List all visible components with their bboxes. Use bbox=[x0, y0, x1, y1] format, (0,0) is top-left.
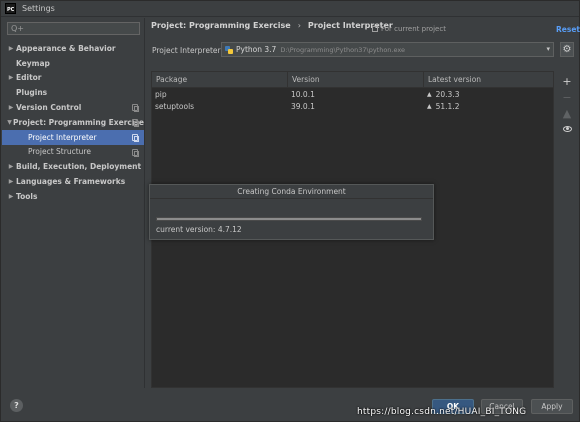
package-latest-version: 20.3.3 bbox=[435, 89, 460, 99]
interpreter-path: D:\Programming\Python37\python.exe bbox=[280, 45, 406, 54]
show-early-releases-button[interactable] bbox=[560, 121, 574, 137]
dialog-status: current version: 4.7.12 bbox=[156, 225, 242, 234]
window-title: Settings bbox=[22, 4, 55, 13]
watermark-text: https://blog.csdn.net/HUAI_BI_TONG bbox=[357, 407, 527, 417]
add-package-button[interactable]: + bbox=[560, 73, 574, 89]
column-header-package[interactable]: Package bbox=[152, 72, 288, 87]
sidebar-item-label: Build, Execution, Deployment bbox=[16, 162, 142, 172]
search-input[interactable]: Q+ bbox=[7, 22, 140, 35]
sidebar-item-label: Languages & Frameworks bbox=[16, 177, 126, 187]
for-project-label: For current project bbox=[381, 25, 446, 33]
search-icon: Q+ bbox=[11, 23, 24, 33]
package-latest: ▲ 51.1.2 bbox=[424, 100, 553, 112]
gear-icon[interactable]: ⚙ bbox=[560, 42, 574, 57]
remove-package-button[interactable]: − bbox=[560, 89, 574, 105]
chevron-down-icon: ▾ bbox=[546, 45, 550, 53]
table-header: Package Version Latest version bbox=[152, 72, 553, 88]
interpreter-name: Python 3.7 bbox=[236, 45, 277, 54]
dialog-title: Creating Conda Environment bbox=[150, 185, 433, 199]
sidebar-item-project-programming-exercise[interactable]: ▼ Project: Programming Exercise bbox=[2, 115, 144, 130]
project-icon bbox=[372, 26, 378, 32]
breadcrumb-project[interactable]: Project: Programming Exercise bbox=[151, 21, 291, 30]
sidebar-item-plugins[interactable]: Plugins bbox=[2, 85, 144, 100]
progress-bar bbox=[156, 217, 422, 221]
package-toolbar: + − ▲ bbox=[560, 73, 574, 137]
sidebar-item-label: Appearance & Behavior bbox=[16, 43, 116, 53]
sidebar-item-project-structure[interactable]: Project Structure bbox=[2, 145, 144, 160]
package-name: setuptools bbox=[155, 101, 195, 111]
sidebar-item-build-execution-deployment[interactable]: ▶ Build, Execution, Deployment bbox=[2, 159, 144, 174]
sidebar-item-label: Plugins bbox=[16, 88, 48, 98]
reset-link[interactable]: Reset bbox=[556, 25, 580, 34]
sidebar-item-label: Tools bbox=[16, 191, 38, 201]
project-scope-icon bbox=[132, 104, 139, 113]
breadcrumb-separator: › bbox=[297, 21, 301, 30]
sidebar-item-project-interpreter[interactable]: Project Interpreter bbox=[2, 129, 144, 145]
package-latest: ▲ 20.3.3 bbox=[424, 88, 553, 100]
conda-progress-dialog: Creating Conda Environment current versi… bbox=[149, 184, 434, 240]
package-name: pip bbox=[155, 89, 167, 99]
pycharm-app-icon: PC bbox=[5, 3, 16, 14]
sidebar-item-label: Project Interpreter bbox=[28, 132, 97, 142]
breadcrumb: Project: Programming Exercise › Project … bbox=[151, 21, 393, 30]
column-header-latest[interactable]: Latest version bbox=[424, 72, 553, 87]
for-current-project-note: For current project bbox=[372, 25, 446, 33]
help-button[interactable]: ? bbox=[10, 399, 23, 412]
sidebar-item-tools[interactable]: ▶ Tools bbox=[2, 189, 144, 204]
project-scope-icon bbox=[132, 118, 139, 127]
sidebar-item-label: Project Structure bbox=[28, 147, 91, 157]
project-scope-icon bbox=[132, 148, 139, 157]
collapsed-arrow-icon[interactable]: ▶ bbox=[6, 193, 16, 200]
collapsed-arrow-icon[interactable]: ▶ bbox=[6, 74, 16, 81]
sidebar-item-editor[interactable]: ▶ Editor bbox=[2, 71, 144, 86]
eye-icon bbox=[562, 126, 572, 132]
expanded-arrow-icon[interactable]: ▼ bbox=[6, 119, 13, 126]
package-latest-version: 51.1.2 bbox=[435, 101, 460, 111]
collapsed-arrow-icon[interactable]: ▶ bbox=[6, 45, 16, 52]
sidebar-item-version-control[interactable]: ▶ Version Control bbox=[2, 100, 144, 115]
table-row[interactable]: setuptools 39.0.1 ▲ 51.1.2 bbox=[152, 100, 553, 112]
settings-sidebar: Q+ ▶ Appearance & Behavior Keymap ▶ Editor Pl… bbox=[2, 18, 144, 388]
upgrade-package-button[interactable]: ▲ bbox=[560, 105, 574, 121]
progress-fill bbox=[157, 218, 421, 220]
python-icon bbox=[225, 45, 233, 54]
sidebar-item-label: Project: Programming Exercise bbox=[13, 117, 144, 127]
settings-window: PC Settings Q+ ▶ Appearance & Behavior Key… bbox=[0, 0, 580, 422]
package-version: 39.0.1 bbox=[291, 101, 315, 111]
settings-tree: ▶ Appearance & Behavior Keymap ▶ Editor Plugi… bbox=[2, 41, 144, 204]
table-row[interactable]: pip 10.0.1 ▲ 20.3.3 bbox=[152, 88, 553, 100]
sidebar-item-label: Editor bbox=[16, 73, 42, 83]
sidebar-item-label: Version Control bbox=[16, 103, 82, 113]
sidebar-divider bbox=[144, 18, 145, 388]
project-scope-icon bbox=[132, 133, 139, 142]
collapsed-arrow-icon[interactable]: ▶ bbox=[6, 104, 16, 111]
interpreter-select[interactable]: Python 3.7 D:\Programming\Python37\pytho… bbox=[221, 42, 554, 57]
apply-button[interactable]: Apply bbox=[531, 399, 573, 414]
interpreter-label: Project Interpreter: bbox=[152, 46, 223, 55]
title-bar: PC Settings bbox=[1, 1, 579, 17]
upgrade-arrow-icon: ▲ bbox=[427, 90, 432, 98]
package-version: 10.0.1 bbox=[291, 89, 315, 99]
collapsed-arrow-icon[interactable]: ▶ bbox=[6, 163, 16, 170]
sidebar-item-keymap[interactable]: Keymap bbox=[2, 56, 144, 71]
sidebar-item-appearance-behavior[interactable]: ▶ Appearance & Behavior bbox=[2, 41, 144, 56]
upgrade-arrow-icon: ▲ bbox=[427, 102, 432, 110]
sidebar-item-languages-frameworks[interactable]: ▶ Languages & Frameworks bbox=[2, 174, 144, 189]
column-header-version[interactable]: Version bbox=[288, 72, 424, 87]
sidebar-item-label: Keymap bbox=[16, 58, 50, 68]
collapsed-arrow-icon[interactable]: ▶ bbox=[6, 178, 16, 185]
